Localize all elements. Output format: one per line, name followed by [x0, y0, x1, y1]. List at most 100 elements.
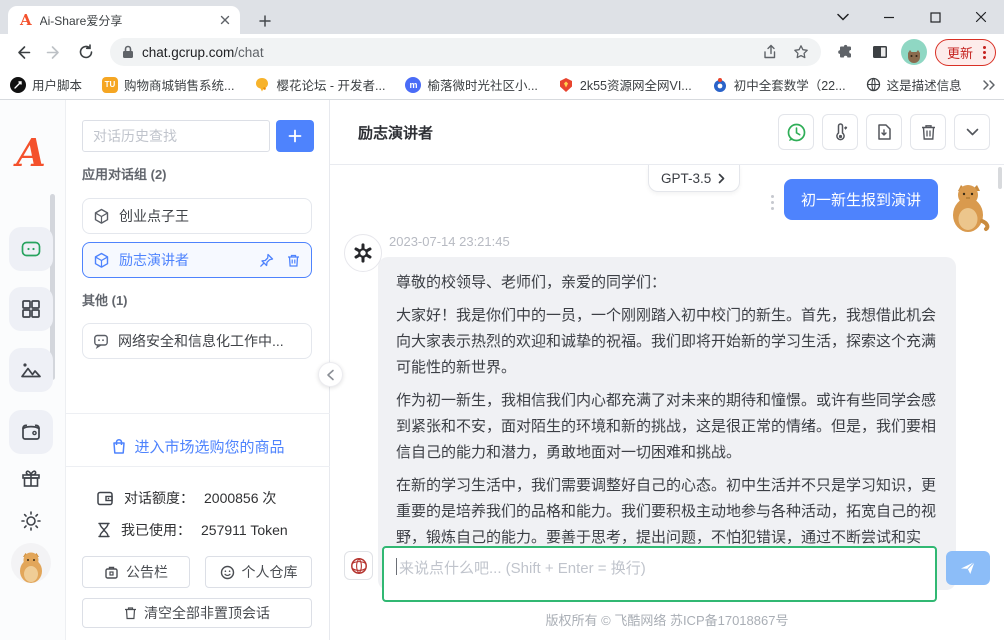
paper-plane-icon — [959, 559, 977, 577]
bookmark-item[interactable]: 用户脚本 — [10, 75, 82, 94]
new-tab-button[interactable] — [252, 8, 278, 34]
forward-icon[interactable] — [40, 38, 68, 66]
bookmarks-bar: 用户脚本 TU 购物商城销售系统... 樱花论坛 - 开发者... m 榆落微时… — [0, 70, 1004, 100]
bookmarks-overflow-icon[interactable] — [982, 79, 996, 91]
minimize-button[interactable] — [866, 0, 912, 34]
nav-chat-icon[interactable] — [9, 227, 53, 271]
quota-value: 2000856 次 — [204, 488, 276, 508]
warehouse-button[interactable]: 个人仓库 — [205, 556, 312, 588]
group-label-other: 其他 (1) — [82, 290, 128, 309]
bookmark-item[interactable]: 2k55资源网全网VI... — [558, 75, 692, 94]
search-input[interactable] — [82, 120, 270, 152]
globe-icon — [866, 77, 881, 92]
bookmark-star-icon[interactable] — [793, 44, 809, 60]
nav-rail: A — [0, 100, 66, 640]
browser-menu-icon[interactable] — [980, 46, 989, 59]
save-card-button[interactable] — [866, 114, 902, 150]
thermometer-icon — [831, 123, 850, 142]
2k55-icon — [558, 77, 574, 93]
green-clock-icon — [786, 122, 807, 143]
app-logo: A — [0, 130, 62, 175]
lock-icon[interactable] — [122, 45, 134, 59]
group-label-apps: 应用对话组 (2) — [82, 164, 167, 183]
more-actions-button[interactable] — [954, 114, 990, 150]
user-avatar[interactable] — [11, 543, 51, 583]
delete-conversation-icon[interactable] — [286, 253, 301, 268]
trash-icon — [920, 123, 937, 141]
history-time-button[interactable] — [778, 114, 814, 150]
nav-gallery-icon[interactable] — [9, 410, 53, 454]
back-icon[interactable] — [8, 38, 36, 66]
message-paragraph: 尊敬的校领导、老师们，亲爱的同学们： — [396, 270, 938, 296]
send-button[interactable] — [946, 551, 990, 585]
chevron-down-icon — [966, 128, 979, 137]
app-content: A — [0, 100, 1004, 640]
url-host: chat.gcrup.com — [142, 45, 234, 60]
conversation-item[interactable]: 创业点子王 — [82, 198, 312, 234]
nav-apps-icon[interactable] — [9, 287, 53, 331]
chat-scrollbar-thumb[interactable] — [998, 167, 1002, 189]
conversation-item[interactable]: 网络安全和信息化工作中... — [82, 323, 312, 359]
delete-chat-button[interactable] — [910, 114, 946, 150]
tab-close-icon[interactable] — [218, 13, 232, 27]
address-bar: chat.gcrup.com/chat 更新 — [0, 34, 1004, 70]
history-panel: 应用对话组 (2) 创业点子王 励志演讲者 — [66, 100, 330, 640]
market-link[interactable]: 进入市场选购您的商品 — [66, 426, 330, 466]
clear-all-button[interactable]: 清空全部非置顶会话 — [82, 598, 312, 628]
pin-icon[interactable] — [259, 253, 274, 268]
copyright-footer: 版权所有 © 飞酷网络 苏ICP备17018867号 — [330, 610, 1004, 629]
tab-search-chevron-icon[interactable] — [820, 0, 866, 34]
app-cube-icon — [93, 208, 110, 225]
refresh-icon[interactable] — [72, 38, 100, 66]
conversation-item-selected[interactable]: 励志演讲者 — [82, 242, 312, 278]
sim-save-icon — [875, 123, 893, 141]
message-input[interactable]: 来说点什么吧... (Shift + Enter = 换行) — [382, 546, 937, 602]
assistant-message-bubble: 尊敬的校领导、老师们，亲爱的同学们： 大家好！我是你们中的一员，一个刚刚踏入初中… — [378, 257, 956, 590]
extensions-icon[interactable] — [831, 38, 861, 66]
temperature-button[interactable] — [822, 114, 858, 150]
quota-row: 对话额度： 2000856 次 — [97, 488, 276, 508]
bookmark-item[interactable]: 樱花论坛 - 开发者... — [254, 75, 385, 94]
math-course-icon — [712, 77, 728, 93]
tab-title: Ai-Share爱分享 — [40, 12, 218, 29]
smiley-icon — [220, 565, 235, 580]
web-access-button[interactable] — [344, 551, 373, 580]
bookmark-item[interactable]: m 榆落微时光社区小... — [405, 75, 537, 94]
bookmark-item[interactable]: TU 购物商城销售系统... — [102, 75, 234, 94]
share-icon[interactable] — [763, 44, 779, 60]
collapse-panel-button[interactable] — [318, 362, 343, 387]
update-label: 更新 — [947, 43, 973, 62]
assistant-message-row: 2023-07-14 23:21:45 尊敬的校领导、老师们，亲爱的同学们： 大… — [344, 234, 956, 590]
board-button[interactable]: 公告栏 — [82, 556, 190, 588]
user-message-bubble: 初一新生报到演讲 — [784, 179, 938, 220]
used-value: 257911 Token — [201, 522, 288, 538]
tab-strip: A Ai-Share爱分享 — [0, 0, 1004, 34]
reading-mode-icon[interactable] — [865, 38, 895, 66]
message-list: GPT-3.5 初一新生报到演讲 2023-07-14 23:21:45 — [330, 165, 1004, 640]
chrome-update-button[interactable]: 更新 — [935, 39, 996, 66]
maximize-button[interactable] — [912, 0, 958, 34]
nav-drawing-icon[interactable] — [9, 348, 53, 392]
bookmark-item[interactable]: 这是描述信息 — [866, 75, 962, 94]
wallet-icon — [97, 491, 114, 506]
browser-tab[interactable]: A Ai-Share爱分享 — [8, 6, 240, 34]
profile-avatar[interactable] — [901, 39, 927, 65]
input-placeholder: 来说点什么吧... (Shift + Enter = 换行) — [399, 557, 646, 578]
hourglass-icon — [97, 522, 111, 538]
tu-shop-icon: TU — [102, 77, 118, 93]
assistant-avatar-icon — [344, 234, 382, 272]
chevron-right-icon — [716, 173, 727, 184]
userscript-icon — [10, 77, 26, 93]
message-timestamp: 2023-07-14 23:21:45 — [389, 234, 956, 249]
bookmark-item[interactable]: 初中全套数学（22... — [712, 75, 846, 94]
model-selector[interactable]: GPT-3.5 — [648, 165, 740, 192]
user-message-row: 初一新生报到演讲 — [771, 177, 994, 235]
gift-icon[interactable] — [9, 456, 53, 500]
chat-header: 励志演讲者 — [330, 100, 1004, 165]
close-button[interactable] — [958, 0, 1004, 34]
new-conversation-button[interactable] — [276, 120, 314, 152]
text-caret — [396, 558, 397, 575]
message-menu-icon[interactable] — [771, 195, 774, 210]
theme-sun-icon[interactable] — [9, 499, 53, 543]
url-omnibox[interactable]: chat.gcrup.com/chat — [110, 38, 821, 66]
